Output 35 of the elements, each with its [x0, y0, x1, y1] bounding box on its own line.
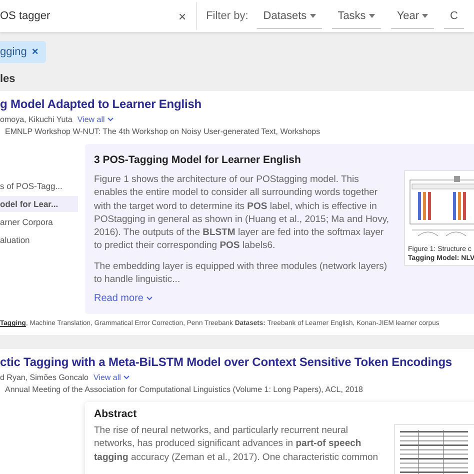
caret-icon: [310, 14, 316, 18]
outline-item[interactable]: odel for Lear...: [0, 196, 78, 212]
search-value: OS tagger: [0, 10, 50, 22]
snippet-text: The rise of neural networks, and particularly recurrent neural networks, has produced significant advances in part-of speech tagging accuracy (Zeman et al., 2017). One characteristic common: [94, 424, 380, 464]
view-all-link[interactable]: View all: [77, 115, 114, 124]
remove-filter-button[interactable]: ×: [32, 46, 38, 58]
outline-item[interactable]: s of POS-Tagg...: [0, 178, 78, 194]
author-list: d Ryan, Simões Goncalo: [0, 373, 88, 382]
snippet-heading: 3 POS-Tagging Model for Learner English: [94, 154, 302, 166]
author-list: omoya, Kikuchi Yuta: [0, 115, 72, 124]
outline-item[interactable]: aluation: [0, 232, 78, 248]
filter-dropdown[interactable]: Year: [390, 4, 434, 28]
snippet-text: Figure 1 shows the architecture of our POStagging model. This enables the entire model to consider all surrounding words together with the target word to determine its POS label, which is effective in POStagging in general as shown in (Huang et al., 2015; Ma and Hovy, 2016). The outputs of the BLSTM layer are fed into the softmax layer to predict their corresponding POS labels6.: [94, 173, 390, 253]
filter-dropdown[interactable]: C: [444, 4, 464, 28]
result-title[interactable]: ctic Tagging with a Meta-BiLSTM Model over Context Sensitive Token Encodings: [0, 355, 474, 369]
chevron-down-icon: [146, 296, 154, 302]
snippet-heading: Abstract: [94, 408, 138, 420]
filter-label: Filter by:: [206, 10, 248, 22]
venue-text: EMNLP Workshop W-NUT: The 4th Workshop on Noisy User-generated Text, Workshops: [5, 127, 322, 136]
chevron-down-icon: [107, 117, 114, 122]
caret-icon: [368, 14, 375, 18]
clear-button[interactable]: ×: [178, 8, 186, 24]
search-field[interactable]: OS tagger ×: [0, 2, 198, 30]
venue-text: Annual Meeting of the Association for Computational Linguistics (Volume 1: Long Papers), ACL, 2018: [5, 385, 364, 394]
section-label: les: [0, 73, 16, 85]
outline-item[interactable]: arner Corpora: [0, 214, 78, 230]
caret-icon: [422, 14, 428, 18]
chip-label: gging: [0, 46, 27, 58]
filter-dropdown[interactable]: Tasks: [332, 4, 381, 28]
view-all-link[interactable]: View all: [94, 373, 130, 382]
result-title[interactable]: g Model Adapted to Learner English: [0, 97, 474, 111]
chevron-down-icon: [123, 375, 130, 380]
filter-dropdown[interactable]: Datasets: [257, 4, 322, 28]
read-more-link[interactable]: Read more: [94, 293, 394, 304]
snippet-text: The embedding layer is equipped with three modules (network layers) to handle linguistic...: [94, 260, 388, 286]
